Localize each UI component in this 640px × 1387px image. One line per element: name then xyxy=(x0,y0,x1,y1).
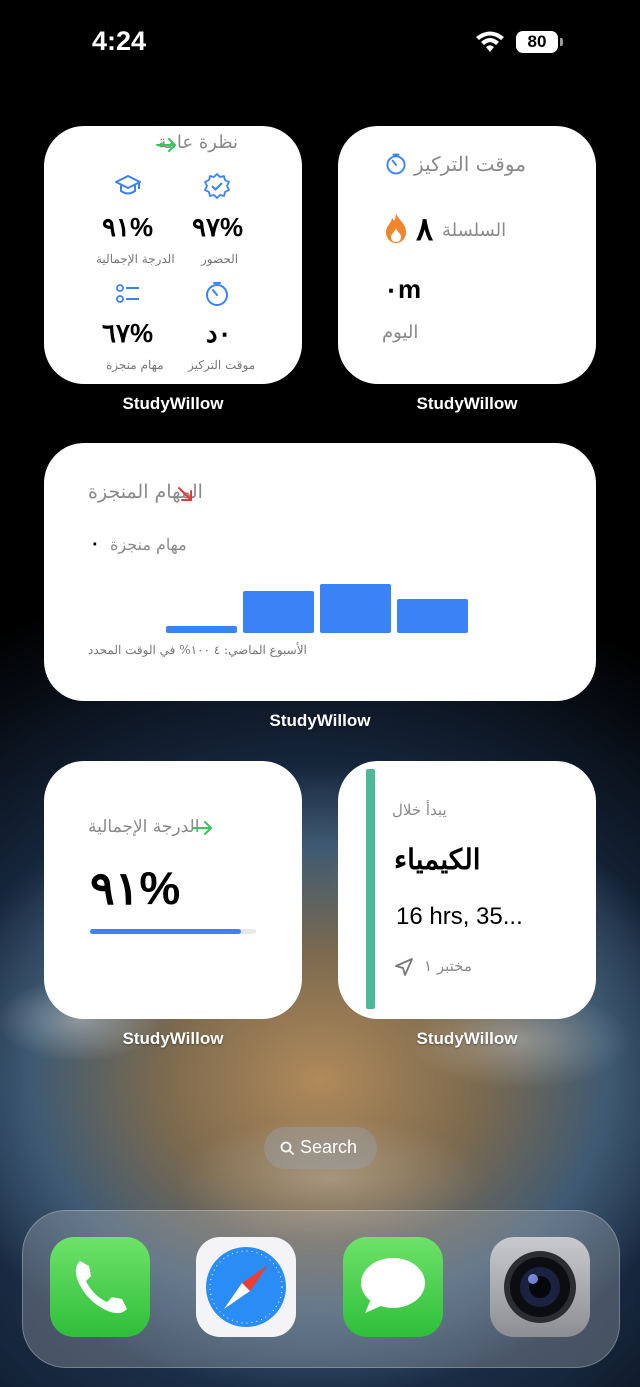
focus-streak-value: ٨ xyxy=(416,211,434,247)
upcoming-class-widget[interactable]: يبدأ خلال الكيمياء 16 hrs, 35... مختبر ١ xyxy=(338,761,596,1019)
overview-tasks-label: مهام منجزة xyxy=(106,358,164,372)
compass-icon xyxy=(206,1247,286,1327)
arrow-right-icon xyxy=(156,138,177,152)
graduation-cap-icon xyxy=(115,175,141,195)
overview-grade-value: ٩١% xyxy=(102,212,154,242)
flame-icon xyxy=(386,213,406,243)
class-time-remaining: 16 hrs, 35... xyxy=(396,903,523,930)
arrow-right-icon xyxy=(192,821,213,835)
overview-grade-label: الدرجة الإجمالية xyxy=(96,252,175,266)
location-arrow-icon xyxy=(395,958,413,976)
class-subject: الكيمياء xyxy=(394,843,481,876)
battery-nub xyxy=(560,38,563,46)
overall-grade-widget[interactable]: الدرجة الإجمالية ٩١% xyxy=(44,761,302,1019)
tasks-bar-chart xyxy=(44,443,596,701)
overview-widget[interactable]: نظرة عامة ٩١% ٩٧% الدرجة الإجمالية الحضو… xyxy=(44,126,302,384)
speech-bubble-icon xyxy=(361,1258,425,1313)
tasks-app-label: StudyWillow xyxy=(269,711,371,730)
focus-today-label: اليوم xyxy=(382,322,419,343)
camera-app-icon[interactable] xyxy=(490,1237,590,1337)
tasks-bar xyxy=(243,591,314,633)
grade-title: الدرجة الإجمالية xyxy=(88,817,200,837)
timer-icon xyxy=(386,153,406,175)
grade-app-label: StudyWillow xyxy=(122,1029,224,1048)
home-search-button[interactable]: Search xyxy=(264,1127,377,1169)
tasks-bar xyxy=(397,599,468,633)
focus-title: موقت التركيز xyxy=(414,152,526,176)
overview-focus-label: موقت التركيز xyxy=(188,358,256,372)
status-time: 4:24 xyxy=(92,26,147,56)
overview-focus-value: ٠د xyxy=(206,318,232,348)
grade-value: ٩١% xyxy=(90,862,181,914)
focus-app-label: StudyWillow xyxy=(416,394,518,413)
search-icon xyxy=(280,1141,294,1155)
battery-indicator: 80 xyxy=(516,31,558,53)
tasks-completed-widget[interactable]: المهام المنجزة ٠ مهام منجزة الأسبوع الما… xyxy=(44,443,596,701)
verified-badge-icon xyxy=(204,173,230,199)
camera-lens-icon xyxy=(504,1251,576,1323)
class-accent-bar xyxy=(366,769,375,1009)
class-starts-label: يبدأ خلال xyxy=(392,801,447,819)
grade-progress-track xyxy=(90,929,256,934)
overview-attendance-value: ٩٧% xyxy=(192,212,244,242)
grade-progress-fill xyxy=(90,929,242,934)
tasks-footer: الأسبوع الماضي: ٤ ١٠٠% في الوقت المحدد xyxy=(88,643,307,657)
phone-app-icon[interactable] xyxy=(50,1237,150,1337)
focus-time-value: ٠m xyxy=(384,274,422,304)
focus-streak-label: السلسلة xyxy=(442,220,507,241)
timer-icon xyxy=(206,282,228,306)
overview-app-label: StudyWillow xyxy=(122,394,224,413)
tasks-bar xyxy=(166,626,237,633)
wifi-icon xyxy=(476,31,504,52)
messages-app-icon[interactable] xyxy=(343,1237,443,1337)
overview-tasks-value: ٦٧% xyxy=(102,318,154,348)
overview-attendance-label: الحضور xyxy=(201,252,239,266)
focus-timer-widget[interactable]: موقت التركيز ٨ السلسلة ٠m اليوم xyxy=(338,126,596,384)
safari-app-icon[interactable] xyxy=(196,1237,296,1337)
tasks-bar xyxy=(320,584,391,633)
class-location: مختبر ١ xyxy=(424,957,472,975)
checklist-icon xyxy=(116,284,139,303)
phone-handset-icon xyxy=(75,1261,127,1314)
search-label: Search xyxy=(300,1137,358,1157)
upcoming-app-label: StudyWillow xyxy=(416,1029,518,1048)
